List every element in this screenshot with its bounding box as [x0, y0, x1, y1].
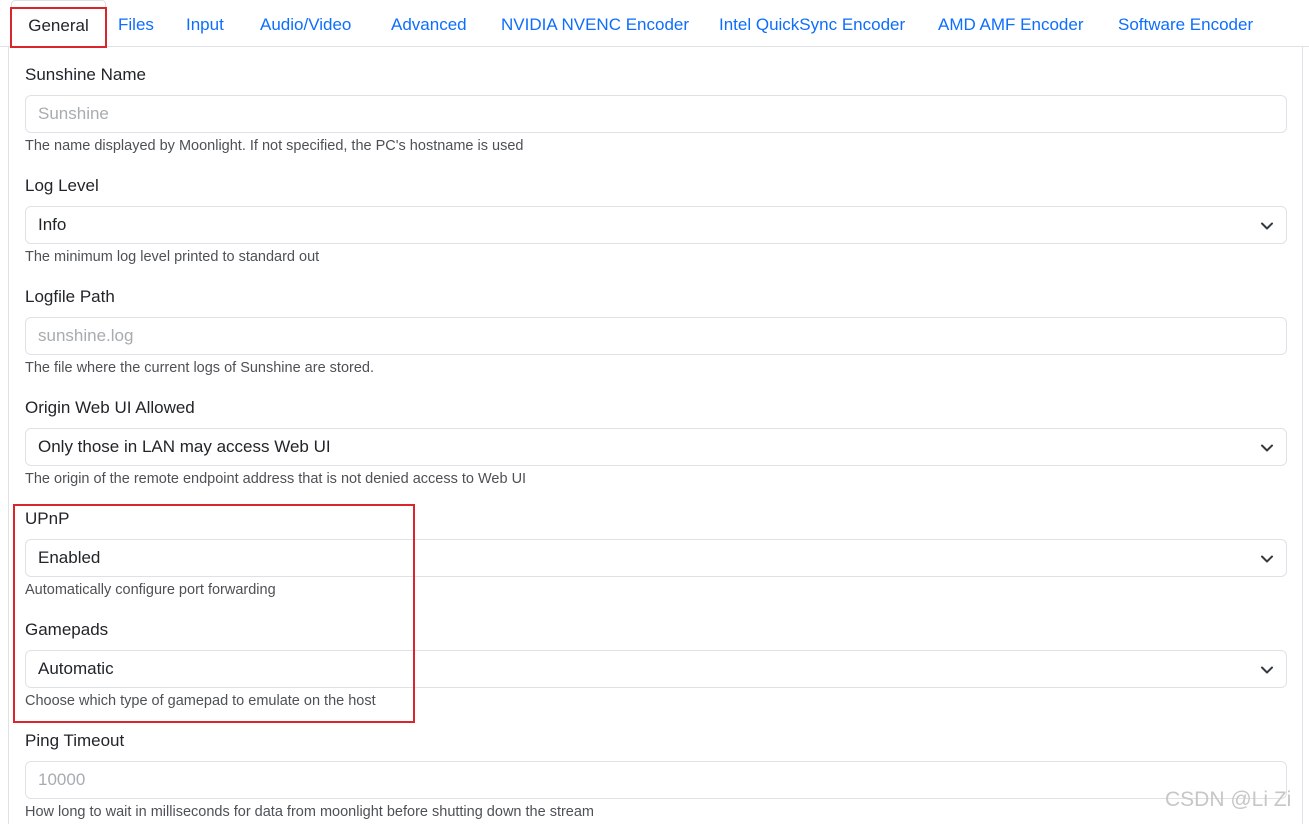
sunshine-name-input[interactable]: Sunshine	[25, 95, 1287, 133]
log-level-select[interactable]: Info	[25, 206, 1287, 244]
tab-audio-video[interactable]: Audio/Video	[260, 0, 351, 47]
tab-intel-quicksync-encoder[interactable]: Intel QuickSync Encoder	[719, 0, 905, 47]
ping-timeout-label: Ping Timeout	[25, 731, 125, 750]
ping-timeout-help: How long to wait in milliseconds for dat…	[25, 804, 595, 820]
ping-timeout-input[interactable]: 10000	[25, 761, 1287, 799]
chevron-down-icon	[1261, 666, 1273, 674]
sunshine-name-help: The name displayed by Moonlight. If not …	[25, 138, 524, 154]
origin-web-ui-select[interactable]: Only those in LAN may access Web UI	[25, 428, 1287, 466]
log-level-value: Info	[38, 215, 67, 234]
origin-web-ui-help: The origin of the remote endpoint addres…	[25, 471, 527, 487]
settings-tabs: General Files Input Audio/Video Advanced…	[0, 0, 1309, 48]
sunshine-name-placeholder: Sunshine	[38, 104, 109, 123]
upnp-help: Automatically configure port forwarding	[25, 582, 276, 598]
upnp-label: UPnP	[25, 509, 70, 528]
logfile-path-placeholder: sunshine.log	[38, 326, 134, 345]
tab-amd-amf-encoder[interactable]: AMD AMF Encoder	[938, 0, 1084, 47]
chevron-down-icon	[1261, 222, 1273, 230]
tab-input[interactable]: Input	[186, 0, 224, 47]
log-level-label: Log Level	[25, 176, 99, 195]
log-level-help: The minimum log level printed to standar…	[25, 249, 320, 265]
logfile-path-input[interactable]: sunshine.log	[25, 317, 1287, 355]
sunshine-name-label: Sunshine Name	[25, 65, 146, 84]
gamepads-help: Choose which type of gamepad to emulate …	[25, 693, 376, 709]
origin-web-ui-value: Only those in LAN may access Web UI	[38, 437, 331, 456]
watermark: CSDN @Li Zi	[1165, 788, 1292, 811]
chevron-down-icon	[1261, 444, 1273, 452]
gamepads-label: Gamepads	[25, 620, 109, 639]
tab-nvidia-nvenc-encoder[interactable]: NVIDIA NVENC Encoder	[501, 0, 689, 47]
origin-web-ui-label: Origin Web UI Allowed	[25, 398, 195, 417]
tab-software-encoder[interactable]: Software Encoder	[1118, 0, 1253, 47]
logfile-path-help: The file where the current logs of Sunsh…	[25, 360, 374, 376]
ping-timeout-placeholder: 10000	[38, 770, 86, 789]
upnp-value: Enabled	[38, 548, 101, 567]
tab-files[interactable]: Files	[118, 0, 154, 47]
tab-general[interactable]: General	[11, 0, 106, 48]
chevron-down-icon	[1261, 555, 1273, 563]
tab-advanced[interactable]: Advanced	[391, 0, 467, 47]
logfile-path-label: Logfile Path	[25, 287, 115, 306]
gamepads-value: Automatic	[38, 659, 114, 678]
gamepads-select[interactable]: Automatic	[25, 650, 1287, 688]
upnp-select[interactable]: Enabled	[25, 539, 1287, 577]
